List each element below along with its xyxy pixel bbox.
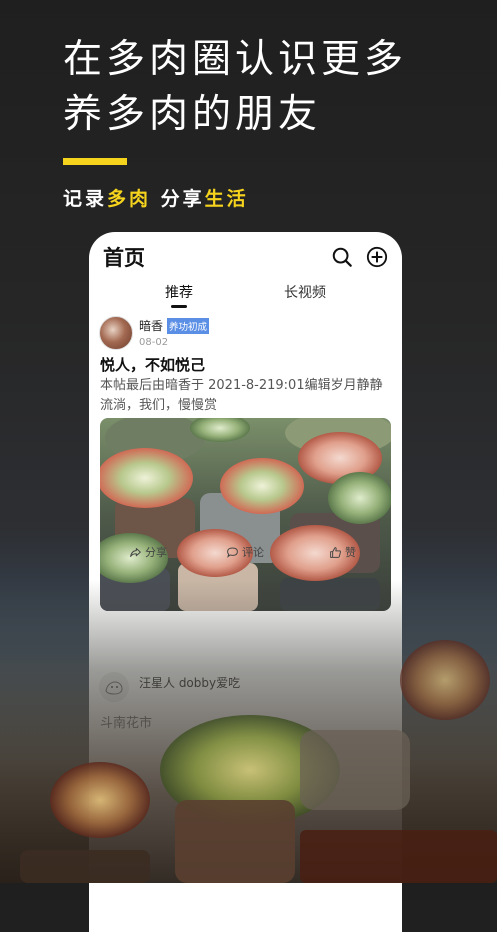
comment-label: 评论 [242,546,264,559]
tagline-part-4: 生活 [204,188,249,210]
active-tab-indicator [171,305,187,308]
thumbs-up-icon [330,546,341,558]
headline-line-2: 养多肉的朋友 [63,92,322,137]
comment-button[interactable]: 评论 [226,544,264,560]
post-body[interactable]: 本帖最后由暗香于 2021-8-219:01编辑岁月静静流淌，我们，慢慢赏 [100,376,392,416]
tab-recommend[interactable]: 推荐 [165,282,193,302]
user-level-badge: 养功初成 [167,318,210,334]
avatar[interactable] [99,316,133,350]
comment-icon [227,547,238,558]
like-button[interactable]: 赞 [329,544,356,560]
share-label: 分享 [145,546,167,559]
phone-screen: 首页 推荐 长视频 暗香 养功初成 08-02 悦人，不如悦己 本帖最后由暗香于… [89,232,402,932]
avatar[interactable] [99,672,129,702]
post-title[interactable]: 悦人，不如悦己 [100,354,205,375]
tagline: 记录多肉 分享生活 [63,184,249,211]
like-label: 赞 [345,546,356,559]
headline-line-1: 在多肉圈认识更多 [63,37,408,82]
tagline-part-2: 多肉 [107,188,152,210]
headline: 在多肉圈认识更多 养多肉的朋友 [63,32,407,142]
post-actions: 分享 评论 赞 [89,538,402,568]
tagline-part-1: 记录 [63,188,108,210]
tab-long-video[interactable]: 长视频 [284,282,326,302]
post-date: 08-02 [139,337,169,348]
tab-bar: 推荐 长视频 [89,280,402,308]
accent-bar [63,158,127,165]
share-button[interactable]: 分享 [129,544,167,560]
share-icon [130,547,141,557]
page-title: 首页 [103,246,145,270]
top-bar: 首页 [89,232,402,280]
post-username[interactable]: 暗香 [139,317,163,334]
tagline-part-3: 分享 [160,188,205,210]
post-username[interactable]: 汪星人 dobby爱吃 [139,674,240,691]
post-snippet[interactable]: 斗南花市 [100,712,152,731]
add-icon[interactable] [366,246,388,268]
post-photo[interactable] [100,418,391,611]
search-icon[interactable] [331,246,353,268]
